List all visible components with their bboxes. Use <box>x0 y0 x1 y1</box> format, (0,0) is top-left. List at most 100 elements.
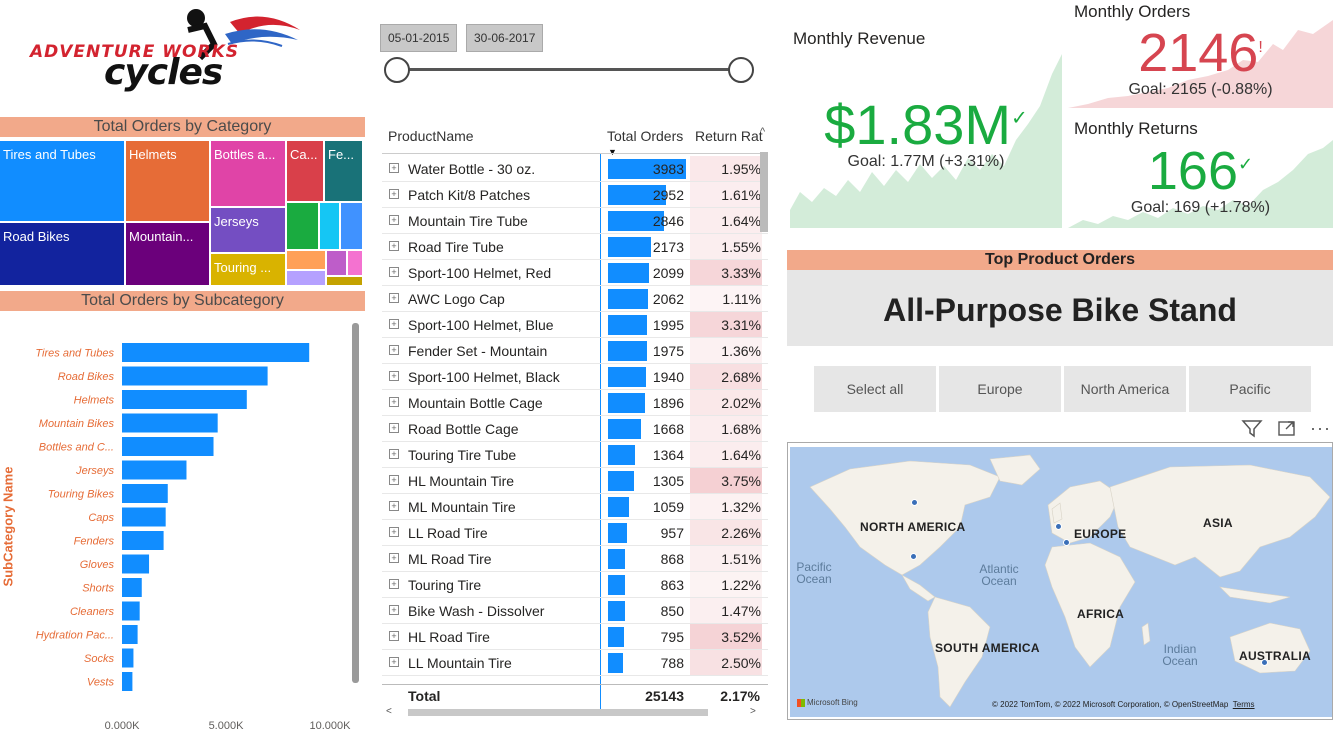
scroll-right-icon[interactable]: > <box>750 706 756 717</box>
treemap-tile[interactable]: Tires and Tubes <box>0 141 124 221</box>
table-row[interactable]: + ML Mountain Tire 1059 1.32% <box>382 494 768 520</box>
scroll-up-icon[interactable]: ^ <box>760 126 765 138</box>
region-north-america[interactable]: North America <box>1064 366 1186 412</box>
expand-row-icon[interactable]: + <box>389 267 399 277</box>
date-slider-track[interactable] <box>396 68 742 71</box>
subcategory-bar[interactable] <box>122 648 134 668</box>
table-row[interactable]: + Road Bottle Cage 1668 1.68% <box>382 416 768 442</box>
treemap-tile[interactable] <box>327 251 346 275</box>
treemap-tile[interactable] <box>287 203 318 249</box>
table-row[interactable]: + Patch Kit/8 Patches 2952 1.61% <box>382 182 768 208</box>
kpi-returns-card[interactable]: Monthly Returns 166✓ Goal: 169 (+1.78%) <box>1068 110 1333 228</box>
treemap-tile[interactable]: Road Bikes <box>0 223 124 285</box>
map-terms-link[interactable]: Terms <box>1233 700 1255 709</box>
treemap-tile[interactable] <box>327 277 362 285</box>
subcategory-bar[interactable] <box>122 554 150 574</box>
subcategory-bar[interactable] <box>122 460 187 480</box>
expand-row-icon[interactable]: + <box>389 605 399 615</box>
table-horizontal-scrollbar[interactable] <box>408 709 708 716</box>
expand-row-icon[interactable]: + <box>389 527 399 537</box>
map-data-point[interactable] <box>1055 523 1062 530</box>
expand-row-icon[interactable]: + <box>389 475 399 485</box>
table-row[interactable]: + LL Road Tire 957 2.26% <box>382 520 768 546</box>
treemap-tile[interactable] <box>320 203 339 249</box>
subcategory-bar[interactable] <box>122 437 214 456</box>
subcategory-bar[interactable] <box>122 413 218 433</box>
map-data-point[interactable] <box>911 499 918 506</box>
region-europe[interactable]: Europe <box>939 366 1061 412</box>
start-date-field[interactable]: 05-01-2015 <box>380 24 458 52</box>
table-row[interactable]: + LL Mountain Tire 788 2.50% <box>382 650 768 676</box>
product-table[interactable]: ProductName Total Orders ▼ Return Rat ^ … <box>382 122 770 718</box>
treemap-tile[interactable] <box>287 251 325 269</box>
table-row[interactable]: + HL Mountain Tire 1305 3.75% <box>382 468 768 494</box>
table-row[interactable]: + AWC Logo Cap 2062 1.11% <box>382 286 768 312</box>
map-data-point[interactable] <box>910 553 917 560</box>
subcategory-bar[interactable] <box>122 672 133 691</box>
date-slider-start-handle[interactable] <box>384 57 410 83</box>
region-select-all[interactable]: Select all <box>814 366 936 412</box>
focus-mode-icon[interactable] <box>1277 419 1297 442</box>
subcategory-bar[interactable] <box>122 343 310 362</box>
treemap-tile[interactable]: Mountain... <box>126 223 209 285</box>
treemap-tile[interactable]: Fe... <box>325 141 362 201</box>
region-pacific[interactable]: Pacific <box>1189 366 1311 412</box>
expand-row-icon[interactable]: + <box>389 423 399 433</box>
expand-row-icon[interactable]: + <box>389 631 399 641</box>
col-header-return-rate[interactable]: Return Rat <box>695 128 765 144</box>
kpi-revenue-card[interactable]: Monthly Revenue $1.83M✓ Goal: 1.77M (+3.… <box>790 20 1062 228</box>
category-treemap[interactable]: Tires and Tubes Helmets Bottles a... Ca.… <box>0 141 362 285</box>
map-data-point[interactable] <box>1063 539 1070 546</box>
col-header-product[interactable]: ProductName <box>388 128 474 144</box>
treemap-tile[interactable]: Ca... <box>287 141 323 201</box>
kpi-orders-card[interactable]: Monthly Orders 2146! Goal: 2165 (-0.88%) <box>1068 0 1333 108</box>
table-row[interactable]: + Road Tire Tube 2173 1.55% <box>382 234 768 260</box>
expand-row-icon[interactable]: + <box>389 345 399 355</box>
expand-row-icon[interactable]: + <box>389 553 399 563</box>
expand-row-icon[interactable]: + <box>389 163 399 173</box>
table-vertical-scrollbar[interactable] <box>760 152 768 232</box>
subcategory-bar[interactable] <box>122 507 166 527</box>
treemap-tile[interactable]: Bottles a... <box>211 141 285 206</box>
expand-row-icon[interactable]: + <box>389 397 399 407</box>
treemap-tile[interactable] <box>287 271 325 285</box>
treemap-tile[interactable] <box>341 203 362 249</box>
expand-row-icon[interactable]: + <box>389 319 399 329</box>
table-row[interactable]: + Mountain Tire Tube 2846 1.64% <box>382 208 768 234</box>
treemap-tile[interactable] <box>348 251 362 275</box>
expand-row-icon[interactable]: + <box>389 579 399 589</box>
expand-row-icon[interactable]: + <box>389 501 399 511</box>
expand-row-icon[interactable]: + <box>389 657 399 667</box>
filter-icon[interactable] <box>1241 418 1263 443</box>
subcategory-bar[interactable] <box>122 625 138 644</box>
table-row[interactable]: + ML Road Tire 868 1.51% <box>382 546 768 572</box>
chart-scrollbar[interactable] <box>352 323 359 683</box>
more-options-icon[interactable]: ··· <box>1310 418 1331 439</box>
subcategory-bar[interactable] <box>122 601 140 621</box>
subcategory-bar[interactable] <box>122 484 168 503</box>
expand-row-icon[interactable]: + <box>389 449 399 459</box>
world-map[interactable]: NORTH AMERICA EUROPE ASIA AFRICA SOUTH A… <box>790 447 1332 717</box>
expand-row-icon[interactable]: + <box>389 293 399 303</box>
table-row[interactable]: + Bike Wash - Dissolver 850 1.47% <box>382 598 768 624</box>
col-header-orders[interactable]: Total Orders <box>607 128 683 144</box>
treemap-tile[interactable]: Touring ... <box>211 254 285 285</box>
expand-row-icon[interactable]: + <box>389 189 399 199</box>
scroll-left-icon[interactable]: < <box>386 706 392 717</box>
subcategory-bar[interactable] <box>122 531 164 550</box>
subcategory-bar[interactable] <box>122 390 247 409</box>
expand-row-icon[interactable]: + <box>389 215 399 225</box>
table-row[interactable]: + Fender Set - Mountain 1975 1.36% <box>382 338 768 364</box>
table-row[interactable]: + Touring Tire Tube 1364 1.64% <box>382 442 768 468</box>
table-row[interactable]: + Sport-100 Helmet, Red 2099 3.33% <box>382 260 768 286</box>
subcategory-bar[interactable] <box>122 578 142 597</box>
date-slider-end-handle[interactable] <box>728 57 754 83</box>
subcategory-bar[interactable] <box>122 366 268 386</box>
table-row[interactable]: + HL Road Tire 795 3.52% <box>382 624 768 650</box>
table-row[interactable]: + Water Bottle - 30 oz. 3983 1.95% <box>382 156 768 182</box>
end-date-field[interactable]: 30-06-2017 <box>466 24 544 52</box>
treemap-tile[interactable]: Helmets <box>126 141 209 221</box>
treemap-tile[interactable]: Jerseys <box>211 208 285 252</box>
table-row[interactable]: + Touring Tire 863 1.22% <box>382 572 768 598</box>
map-data-point[interactable] <box>1261 659 1268 666</box>
